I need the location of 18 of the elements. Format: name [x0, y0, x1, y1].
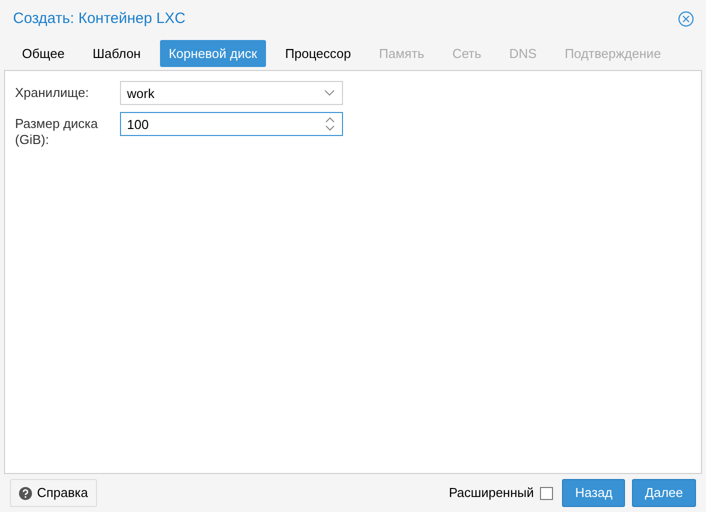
spinner-icon[interactable] — [325, 116, 335, 132]
advanced-checkbox[interactable] — [540, 486, 553, 500]
tab[interactable]: Общее — [13, 40, 74, 68]
dropdown-field[interactable]: work — [120, 81, 343, 105]
advanced-label: Расширенный — [448, 484, 534, 502]
nav-button[interactable]: Назад — [562, 479, 626, 507]
tab[interactable]: Корневой диск — [160, 40, 266, 68]
tab[interactable]: Шаблон — [84, 40, 150, 68]
caret-icon[interactable] — [324, 90, 335, 96]
nav-button[interactable]: Далее — [632, 479, 696, 507]
number-field[interactable]: 100 — [120, 112, 343, 136]
window-title: Создать: Контейнер LXC — [13, 8, 186, 29]
field-label: Хранилище: — [15, 84, 90, 102]
help-icon — [19, 486, 32, 500]
help-button[interactable]: Справка — [10, 479, 97, 507]
field-label: Размер диска (GiB): — [15, 115, 99, 148]
close-icon[interactable] — [678, 11, 694, 27]
tab[interactable]: Процессор — [276, 40, 360, 68]
